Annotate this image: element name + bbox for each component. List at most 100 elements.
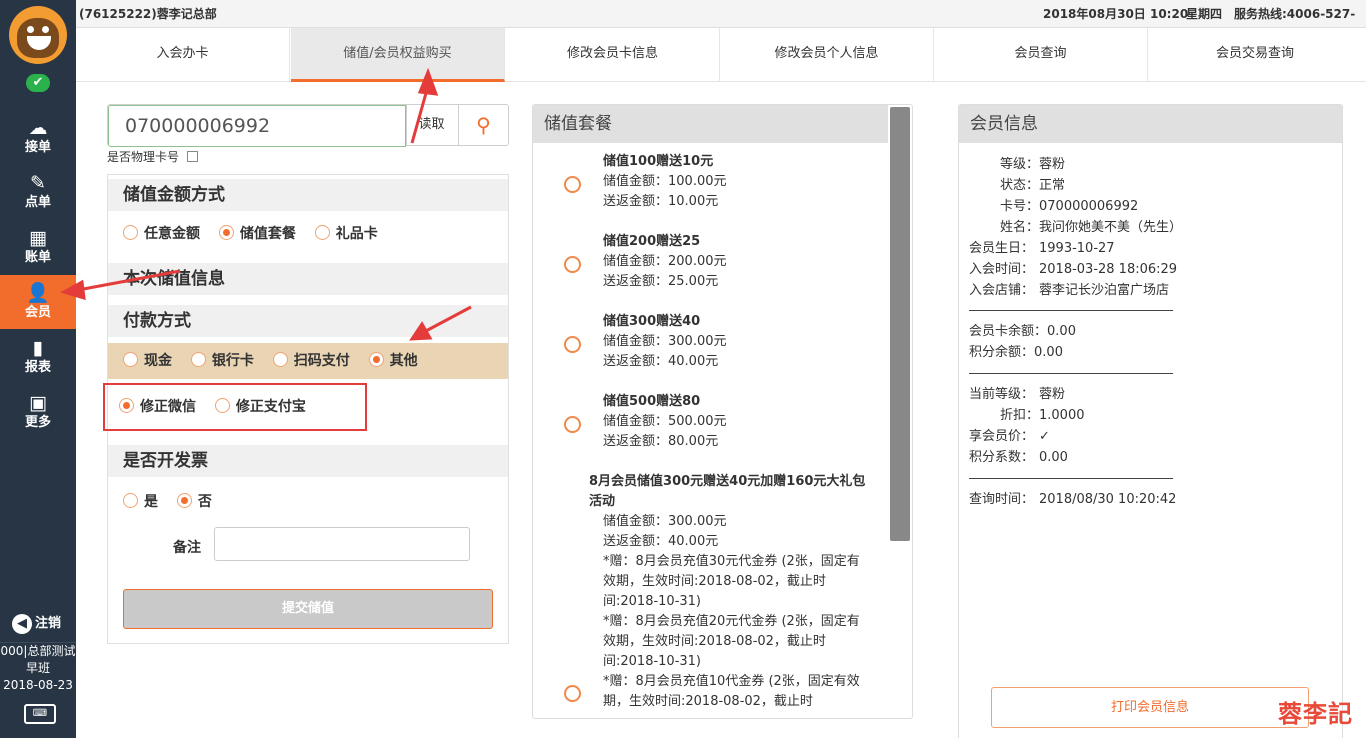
search-icon[interactable]: ⚲ xyxy=(458,105,508,145)
pay-option-cash[interactable]: 现金 xyxy=(123,343,172,379)
sidebar-item-bills[interactable]: ▦ 账单 xyxy=(0,220,76,274)
sidebar-item-order-food[interactable]: ✎ 点单 xyxy=(0,165,76,219)
other-payment-options: 修正微信 修正支付宝 xyxy=(103,383,367,431)
member-info-panel: 会员信息 等级：蓉粉 状态：正常 卡号：070000006992 姓名：我问你她… xyxy=(958,104,1343,738)
sidebar-item-label: 更多 xyxy=(24,415,51,430)
info-query-time: 查询时间： 2018/08/30 10:20:42 xyxy=(969,492,1177,507)
gift-line: *赠：8月会员充值10代金券 (2张，固定有效期，生效时间:2018-08-02… xyxy=(603,674,860,709)
tab-transaction-query[interactable]: 会员交易查询 xyxy=(1148,28,1362,82)
info-join-store: 入会店铺： 蓉李记长沙泊富广场店 xyxy=(969,283,1170,298)
user-name: 000|总部测试 xyxy=(0,644,76,658)
pay-option-alipay[interactable]: 修正支付宝 xyxy=(214,385,306,429)
keyboard-icon[interactable]: ⌨ xyxy=(24,704,56,724)
sidebar-item-label: 会员 xyxy=(24,305,51,320)
arrow-left-icon: ◀ xyxy=(12,614,32,634)
logout-button[interactable]: ◀ 注销 xyxy=(12,612,61,634)
info-card-number: 卡号：070000006992 xyxy=(999,199,1139,214)
pay-option-scan[interactable]: 扫码支付 xyxy=(272,343,350,379)
physical-card-option[interactable]: 是否物理卡号 xyxy=(107,148,199,165)
user-info: 000|总部测试 早班 2018-08-23 xyxy=(0,642,76,694)
member-info-title: 会员信息 xyxy=(959,105,1342,143)
sidebar-item-reports[interactable]: ▮ 报表 xyxy=(0,330,76,384)
physical-card-checkbox[interactable] xyxy=(187,151,199,162)
amount-option-package[interactable]: 储值套餐 xyxy=(218,223,296,243)
card-search-box: 070000006992 读取 ⚲ xyxy=(107,104,509,147)
info-status: 状态：正常 xyxy=(999,178,1066,193)
package-item[interactable]: 储值200赠送25 储值金额：200.00元 送返金额：25.00元 xyxy=(603,232,883,292)
package-panel: 储值套餐 储值100赠送10元 储值金额：100.00元 送返金额：10.00元… xyxy=(532,104,913,719)
amount-option-giftcard[interactable]: 礼品卡 xyxy=(314,223,378,243)
current-datetime: 2018年08月30日 10:20 xyxy=(1043,7,1189,21)
tab-recharge[interactable]: 储值/会员权益购买 xyxy=(291,28,505,82)
read-card-button[interactable]: 读取 xyxy=(406,105,456,145)
info-discount: 折扣：1.0000 xyxy=(999,408,1085,423)
recharge-info-title: 本次储值信息 xyxy=(108,263,508,295)
amount-method-title: 储值金额方式 xyxy=(108,179,508,211)
package-radio[interactable] xyxy=(564,176,581,193)
submit-recharge-button[interactable]: 提交储值 xyxy=(123,589,493,629)
sidebar-item-label: 报表 xyxy=(24,360,51,375)
sidebar: ✔ ☁ 接单 ✎ 点单 ▦ 账单 👤 会员 ▮ 报表 ▣ 更多 ◀ 注销 000… xyxy=(0,0,76,738)
payment-method-title: 付款方式 xyxy=(108,305,508,337)
package-item[interactable]: 储值500赠送80 储值金额：500.00元 送返金额：80.00元 xyxy=(603,392,883,452)
info-level: 等级：蓉粉 xyxy=(999,157,1066,172)
tab-member-query[interactable]: 会员查询 xyxy=(934,28,1148,82)
divider xyxy=(969,478,1173,479)
gift-line: *赠：8月会员充值20元代金券 (2张，固定有效期，生效时间:2018-08-0… xyxy=(603,614,860,669)
tab-edit-personal[interactable]: 修改会员个人信息 xyxy=(720,28,934,82)
apps-icon: ▣ xyxy=(29,392,47,414)
store-name: (76125222)蓉李记总部 xyxy=(79,7,217,21)
app-logo xyxy=(9,6,67,64)
recharge-form: 储值金额方式 任意金额 储值套餐 礼品卡 本次储值信息 付款方式 现金 银行卡 … xyxy=(103,174,509,644)
info-current-level: 当前等级： 蓉粉 xyxy=(969,387,1066,402)
sidebar-item-members[interactable]: 👤 会员 xyxy=(0,275,76,329)
user-icon: 👤 xyxy=(26,282,50,304)
invoice-options: 是 否 xyxy=(123,491,226,511)
card-number-input[interactable]: 070000006992 xyxy=(108,105,406,147)
app-root: ✔ ☁ 接单 ✎ 点单 ▦ 账单 👤 会员 ▮ 报表 ▣ 更多 ◀ 注销 000… xyxy=(0,0,1366,738)
remark-label: 备注 xyxy=(173,540,201,556)
edit-icon: ✎ xyxy=(30,172,46,194)
package-scrollbar[interactable] xyxy=(890,107,910,541)
sidebar-item-more[interactable]: ▣ 更多 xyxy=(0,385,76,439)
physical-card-label: 是否物理卡号 xyxy=(107,150,180,164)
package-item[interactable]: 储值100赠送10元 储值金额：100.00元 送返金额：10.00元 xyxy=(603,152,883,212)
grid-icon: ▦ xyxy=(29,227,47,249)
online-status-icon: ✔ xyxy=(26,74,50,92)
top-bar: (76125222)蓉李记总部 2018年08月30日 10:20 星期四 服务… xyxy=(76,0,1366,49)
divider xyxy=(969,310,1173,311)
sidebar-item-label: 账单 xyxy=(24,250,51,265)
package-item[interactable]: 8月会员储值300元赠送40元加赠160元大礼包活动 储值金额：300.00元 … xyxy=(589,472,871,712)
info-member-price: 享会员价： ✓ xyxy=(969,429,1050,444)
amount-method-options: 任意金额 储值套餐 礼品卡 xyxy=(123,223,392,243)
tab-join-card[interactable]: 入会办卡 xyxy=(76,28,290,82)
sidebar-item-label: 接单 xyxy=(24,140,51,155)
sidebar-item-orders[interactable]: ☁ 接单 xyxy=(0,110,76,164)
package-radio[interactable] xyxy=(564,416,581,433)
pay-option-bankcard[interactable]: 银行卡 xyxy=(190,343,254,379)
invoice-option-no[interactable]: 否 xyxy=(176,491,212,511)
print-member-info-button[interactable]: 打印会员信息 xyxy=(991,687,1309,728)
package-panel-title: 储值套餐 xyxy=(533,105,888,143)
gift-line: *赠：8月会员充值30元代金券 (2张，固定有效期，生效时间:2018-08-0… xyxy=(603,554,860,609)
amount-option-any[interactable]: 任意金额 xyxy=(123,223,200,243)
invoice-option-yes[interactable]: 是 xyxy=(123,491,158,511)
info-birthday: 会员生日： 1993-10-27 xyxy=(969,241,1115,256)
bar-chart-icon: ▮ xyxy=(32,337,44,359)
info-join-time: 入会时间： 2018-03-28 18:06:29 xyxy=(969,262,1178,277)
sidebar-item-label: 点单 xyxy=(24,195,51,210)
package-radio[interactable] xyxy=(564,256,581,273)
pay-option-wechat[interactable]: 修正微信 xyxy=(119,385,196,429)
tab-bar: 入会办卡 储值/会员权益购买 修改会员卡信息 修改会员个人信息 会员查询 会员交… xyxy=(76,28,1366,82)
info-points-ratio: 积分系数： 0.00 xyxy=(969,450,1068,465)
tab-edit-card[interactable]: 修改会员卡信息 xyxy=(506,28,720,82)
package-item[interactable]: 储值300赠送40 储值金额：300.00元 送返金额：40.00元 xyxy=(603,312,883,372)
business-date: 2018-08-23 xyxy=(3,678,73,692)
package-radio[interactable] xyxy=(564,685,581,702)
remark-input[interactable] xyxy=(214,527,470,561)
package-radio[interactable] xyxy=(564,336,581,353)
info-points-balance: 积分余额：0.00 xyxy=(969,345,1063,360)
pay-option-other[interactable]: 其他 xyxy=(368,343,418,379)
brand-watermark: 蓉李記 xyxy=(1278,699,1353,728)
weekday: 星期四 xyxy=(1186,7,1223,21)
